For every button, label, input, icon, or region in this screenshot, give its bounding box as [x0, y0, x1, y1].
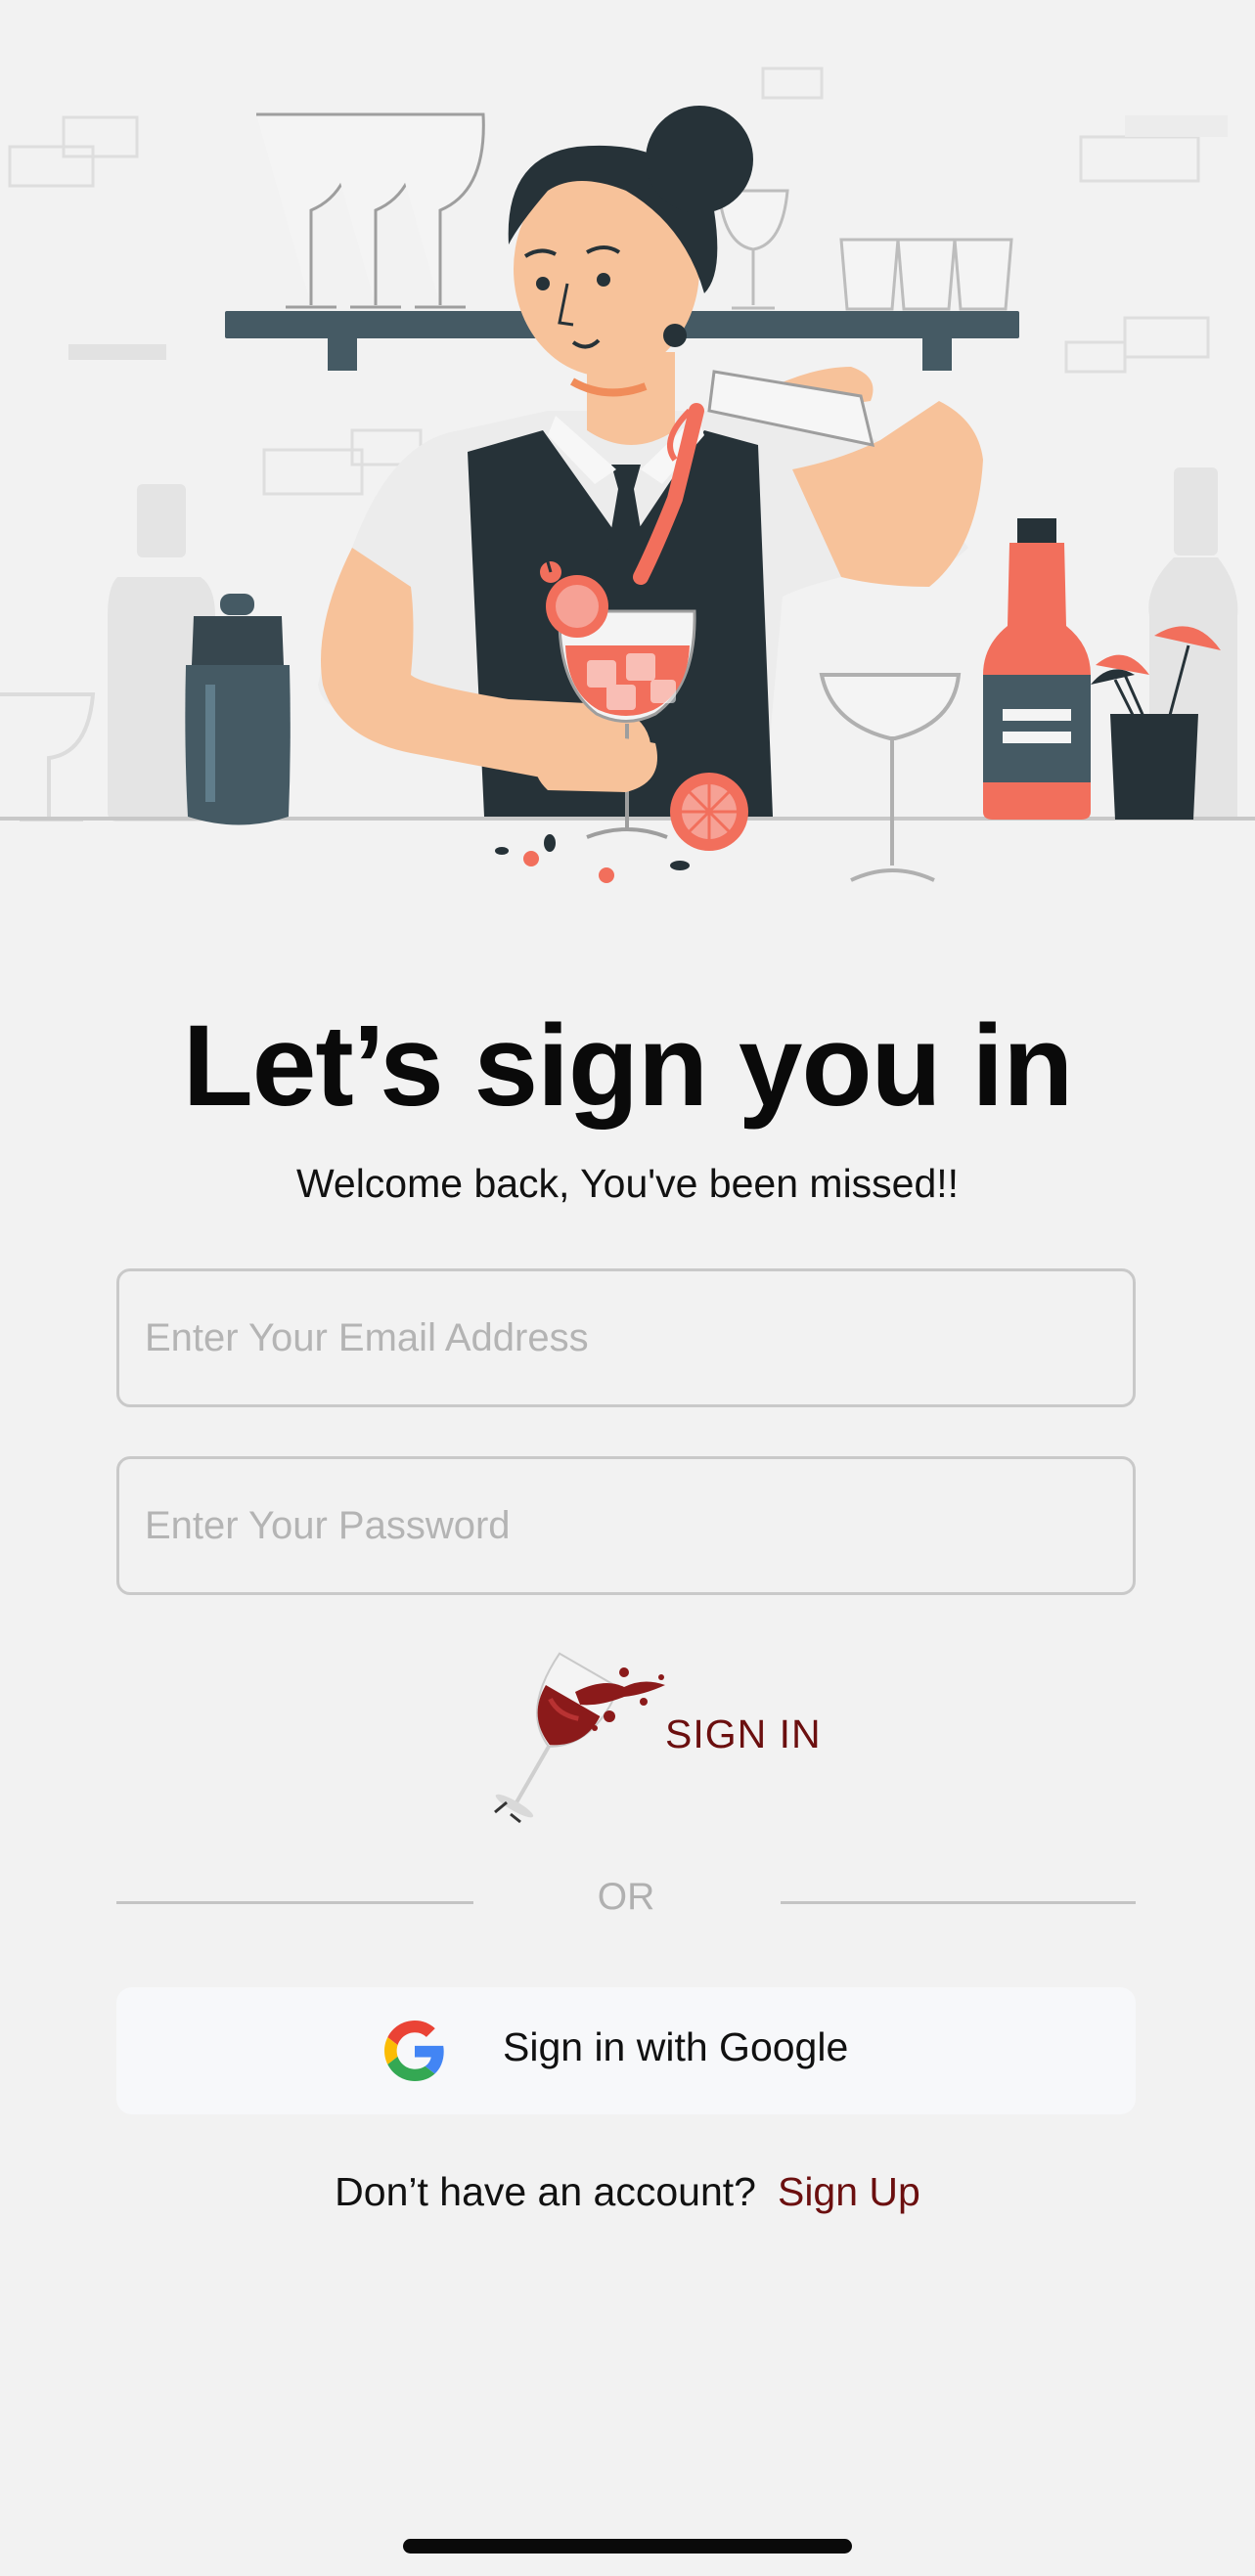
- no-account-text: Don’t have an account?: [335, 2169, 756, 2214]
- home-indicator: [403, 2539, 852, 2554]
- email-field[interactable]: [116, 1268, 1136, 1407]
- google-sign-in-button[interactable]: Sign in with Google: [116, 1987, 1136, 2114]
- sign-up-link[interactable]: Sign Up: [778, 2169, 920, 2214]
- sign-in-label: SIGN IN: [665, 1711, 822, 1756]
- page-title: Let’s sign you in: [182, 1001, 1074, 1131]
- sign-in-button[interactable]: SIGN IN: [477, 1648, 822, 1834]
- or-divider-label: OR: [597, 1876, 655, 1918]
- google-sign-in-label: Sign in with Google: [503, 2024, 849, 2069]
- google-icon: [384, 2021, 444, 2081]
- welcome-subtitle: Welcome back, You've been missed!!: [295, 1161, 960, 1206]
- email-input[interactable]: [119, 1271, 1133, 1404]
- password-field[interactable]: [116, 1456, 1136, 1595]
- divider-right: [781, 1901, 1136, 1904]
- bartender-illustration: [0, 0, 1255, 900]
- password-input[interactable]: [119, 1459, 1133, 1592]
- signup-prompt: Don’t have an account? Sign Up: [0, 2169, 1255, 2215]
- divider-left: [116, 1901, 473, 1904]
- wine-glass-splash-icon: [494, 1652, 665, 1824]
